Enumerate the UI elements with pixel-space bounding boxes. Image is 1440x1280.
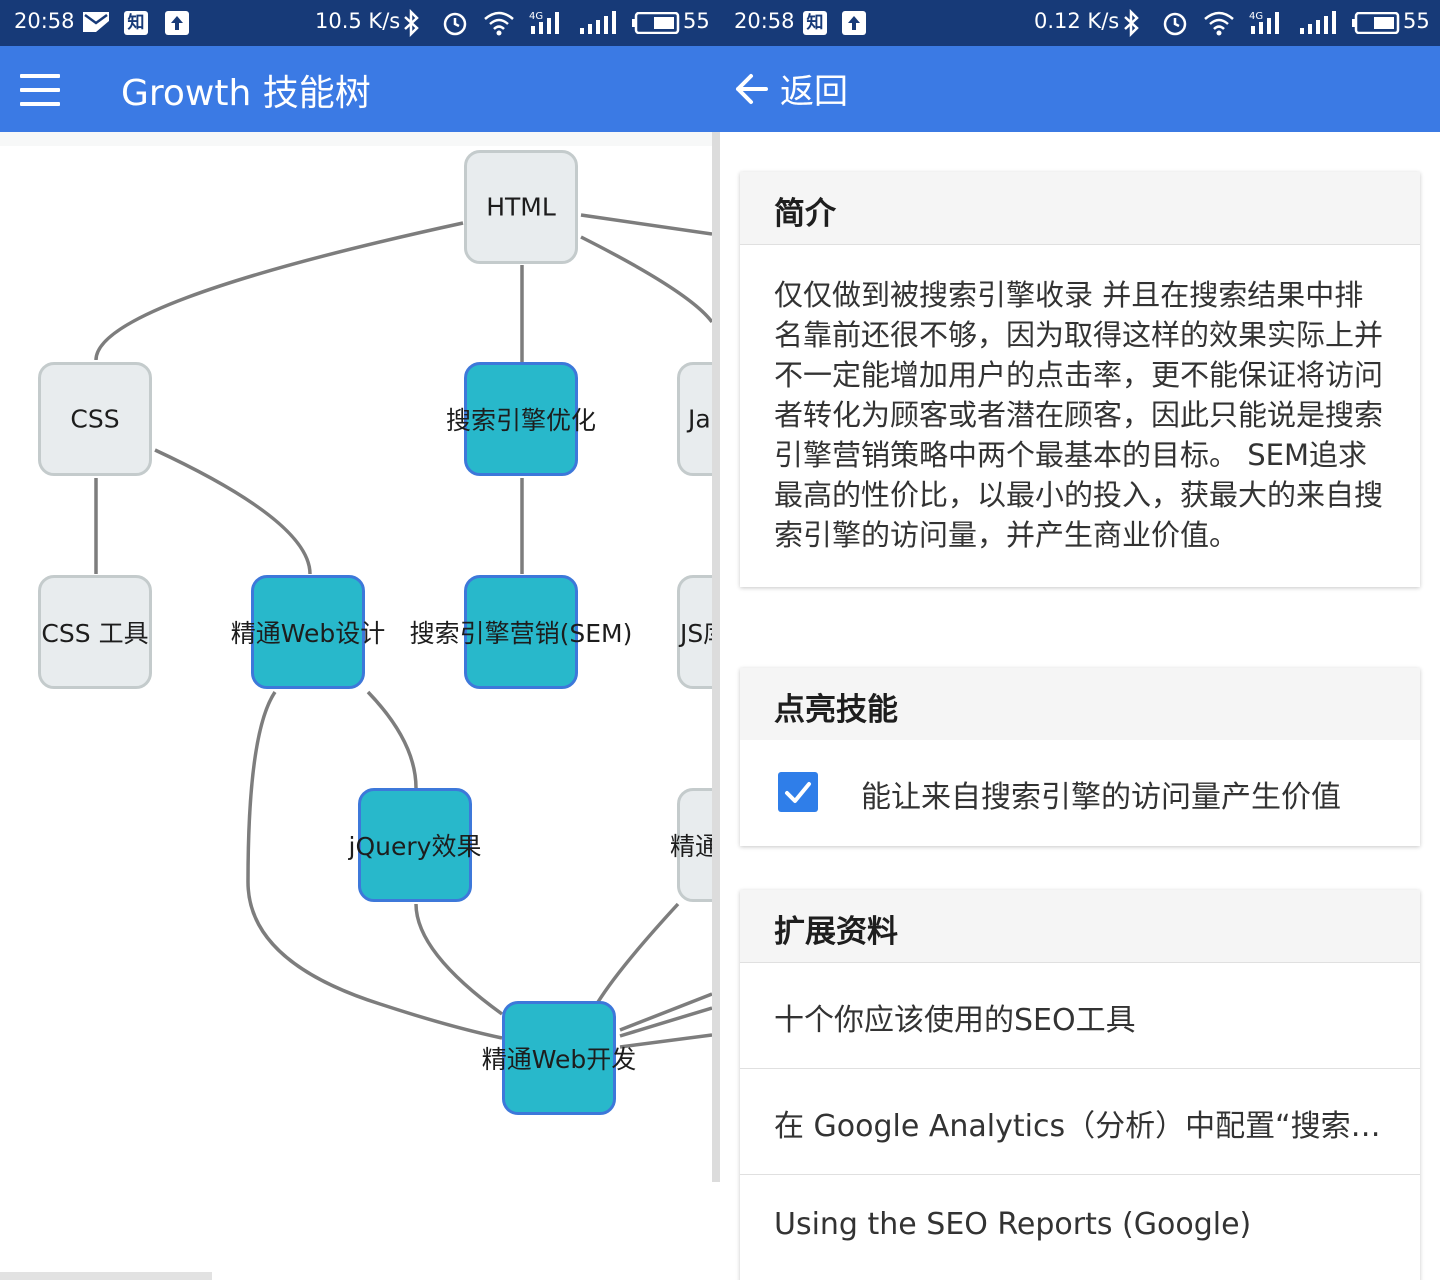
skill-tree-graph[interactable]: HTML CSS 搜索引擎优化 Ja CSS 工具 精通Web设计 搜索引擎营销… — [0, 132, 712, 1280]
wifi-icon — [1204, 11, 1234, 36]
battery-icon — [1352, 12, 1400, 34]
horizontal-scrollbar[interactable] — [0, 1272, 212, 1280]
upload-icon — [842, 11, 866, 35]
node-web-dev[interactable]: 精通Web开发 — [482, 1001, 636, 1115]
network-speed: 0.12 K/s — [1034, 9, 1120, 33]
resources-card: 扩展资料 十个你应该使用的SEO工具 在 Google Analytics（分析… — [740, 890, 1420, 1280]
resource-link[interactable]: Using the SEO Reports (Google) — [740, 1175, 1420, 1280]
alarm-icon — [1163, 12, 1187, 36]
node-jquery[interactable]: jQuery效果 — [349, 788, 481, 902]
edge-html-css — [94, 221, 464, 361]
skill-checkbox[interactable] — [778, 772, 818, 812]
intro-card: 简介 仅仅做到被搜索引擎收录 并且在搜索结果中排名靠前还很不够，因为取得这样的效… — [740, 172, 1420, 587]
node-label: HTML — [486, 192, 556, 222]
skill-item[interactable]: 能让来自搜索引擎的访问量产生价值 — [740, 740, 1420, 846]
signal-4g-icon: 4G — [1249, 11, 1279, 34]
alarm-icon — [443, 12, 467, 36]
scrollbar[interactable] — [712, 132, 720, 1182]
skill-tree-screen: 20:58 知 10.5 K/s 4G 55 Growth 技能树 HTML C… — [0, 0, 720, 1280]
resources-header: 扩展资料 — [740, 890, 1420, 963]
node-label: 精通Web设计 — [230, 619, 386, 648]
wifi-icon — [484, 11, 514, 36]
network-speed: 10.5 K/s — [315, 9, 401, 33]
skills-card: 点亮技能 能让来自搜索引擎的访问量产生价值 — [740, 668, 1420, 846]
resource-link-text: Using the SEO Reports (Google) — [774, 1207, 1252, 1242]
node-label: 精通Web开发 — [481, 1045, 637, 1074]
node-css-tools[interactable]: CSS 工具 — [38, 575, 152, 689]
node-label: CSS — [70, 404, 120, 434]
edge-html-js — [580, 235, 712, 324]
intro-header: 简介 — [740, 172, 1420, 245]
skill-detail-screen: 20:58 知 0.12 K/s 4G 55 返回 简介 仅仅做到被搜索引擎收录… — [720, 0, 1440, 1280]
back-arrow-icon — [736, 74, 768, 104]
edge-expert-webdev — [596, 902, 680, 1003]
intro-text: 仅仅做到被搜索引擎收录 并且在搜索结果中排名靠前还很不够，因为取得这样的效果实际… — [774, 278, 1384, 552]
node-css[interactable]: CSS — [38, 362, 152, 476]
battery-level: 55 — [683, 9, 710, 33]
page-title: Growth 技能树 — [121, 73, 371, 114]
bluetooth-icon — [1124, 9, 1139, 37]
node-label: CSS 工具 — [41, 619, 149, 648]
node-label: Ja — [688, 404, 711, 434]
upload-icon — [165, 11, 189, 35]
resource-link-text: 十个你应该使用的SEO工具 — [774, 1003, 1136, 1038]
edge-css-webdesign — [154, 448, 312, 575]
battery-level: 55 — [1403, 9, 1430, 33]
signal-4g-icon: 4G — [529, 11, 559, 34]
resource-link[interactable]: 在 Google Analytics（分析）中配置“搜索… — [740, 1069, 1420, 1175]
status-time: 20:58 — [734, 9, 795, 33]
node-sem[interactable]: 搜索引擎营销(SEM) — [410, 575, 632, 689]
skills-header: 点亮技能 — [740, 668, 1420, 740]
zhihu-label: 知 — [806, 13, 824, 33]
node-expert[interactable]: 精通 — [670, 788, 712, 902]
skill-label: 能让来自搜索引擎的访问量产生价值 — [861, 780, 1341, 815]
skills-title: 点亮技能 — [774, 692, 898, 728]
zhihu-icon: 知 — [803, 11, 827, 35]
zhihu-label: 知 — [127, 13, 145, 33]
resources-title: 扩展资料 — [774, 914, 898, 950]
node-label: JS库 — [680, 619, 712, 648]
node-label: 搜索引擎优化 — [445, 406, 597, 435]
resource-link[interactable]: 十个你应该使用的SEO工具 — [740, 963, 1420, 1069]
svg-text:4G: 4G — [529, 11, 543, 22]
menu-icon[interactable] — [20, 74, 60, 106]
status-bar: 20:58 知 0.12 K/s 4G 55 — [720, 0, 1440, 46]
zhihu-icon: 知 — [124, 11, 148, 35]
node-label: 搜索引擎营销(SEM) — [409, 619, 633, 648]
node-web-design[interactable]: 精通Web设计 — [231, 575, 385, 689]
edge-webdesign-jquery — [366, 690, 418, 789]
intro-title: 简介 — [774, 196, 836, 232]
signal-icon — [1300, 11, 1336, 34]
back-label: 返回 — [780, 72, 848, 112]
status-bar: 20:58 知 10.5 K/s 4G 55 — [0, 0, 720, 46]
edge-jquery-webdev — [414, 903, 504, 1016]
signal-icon — [580, 11, 616, 34]
node-html[interactable]: HTML — [464, 150, 578, 264]
mail-icon — [83, 12, 109, 32]
battery-icon — [632, 12, 680, 34]
edge-html-right — [580, 213, 712, 236]
app-bar: Growth 技能树 — [0, 46, 720, 132]
back-button[interactable]: 返回 — [734, 62, 864, 116]
bluetooth-icon — [404, 9, 419, 37]
node-seo[interactable]: 搜索引擎优化 — [446, 362, 596, 476]
checkmark-icon — [785, 782, 811, 803]
status-time: 20:58 — [14, 9, 75, 33]
resource-link-text: 在 Google Analytics（分析）中配置“搜索… — [774, 1109, 1381, 1144]
node-label: 精通 — [670, 832, 712, 861]
app-bar: 返回 — [720, 46, 1440, 132]
node-label: jQuery效果 — [348, 832, 482, 861]
svg-text:4G: 4G — [1249, 11, 1263, 22]
node-js[interactable]: Ja — [677, 362, 712, 476]
node-js-lib[interactable]: JS库 — [677, 575, 712, 689]
